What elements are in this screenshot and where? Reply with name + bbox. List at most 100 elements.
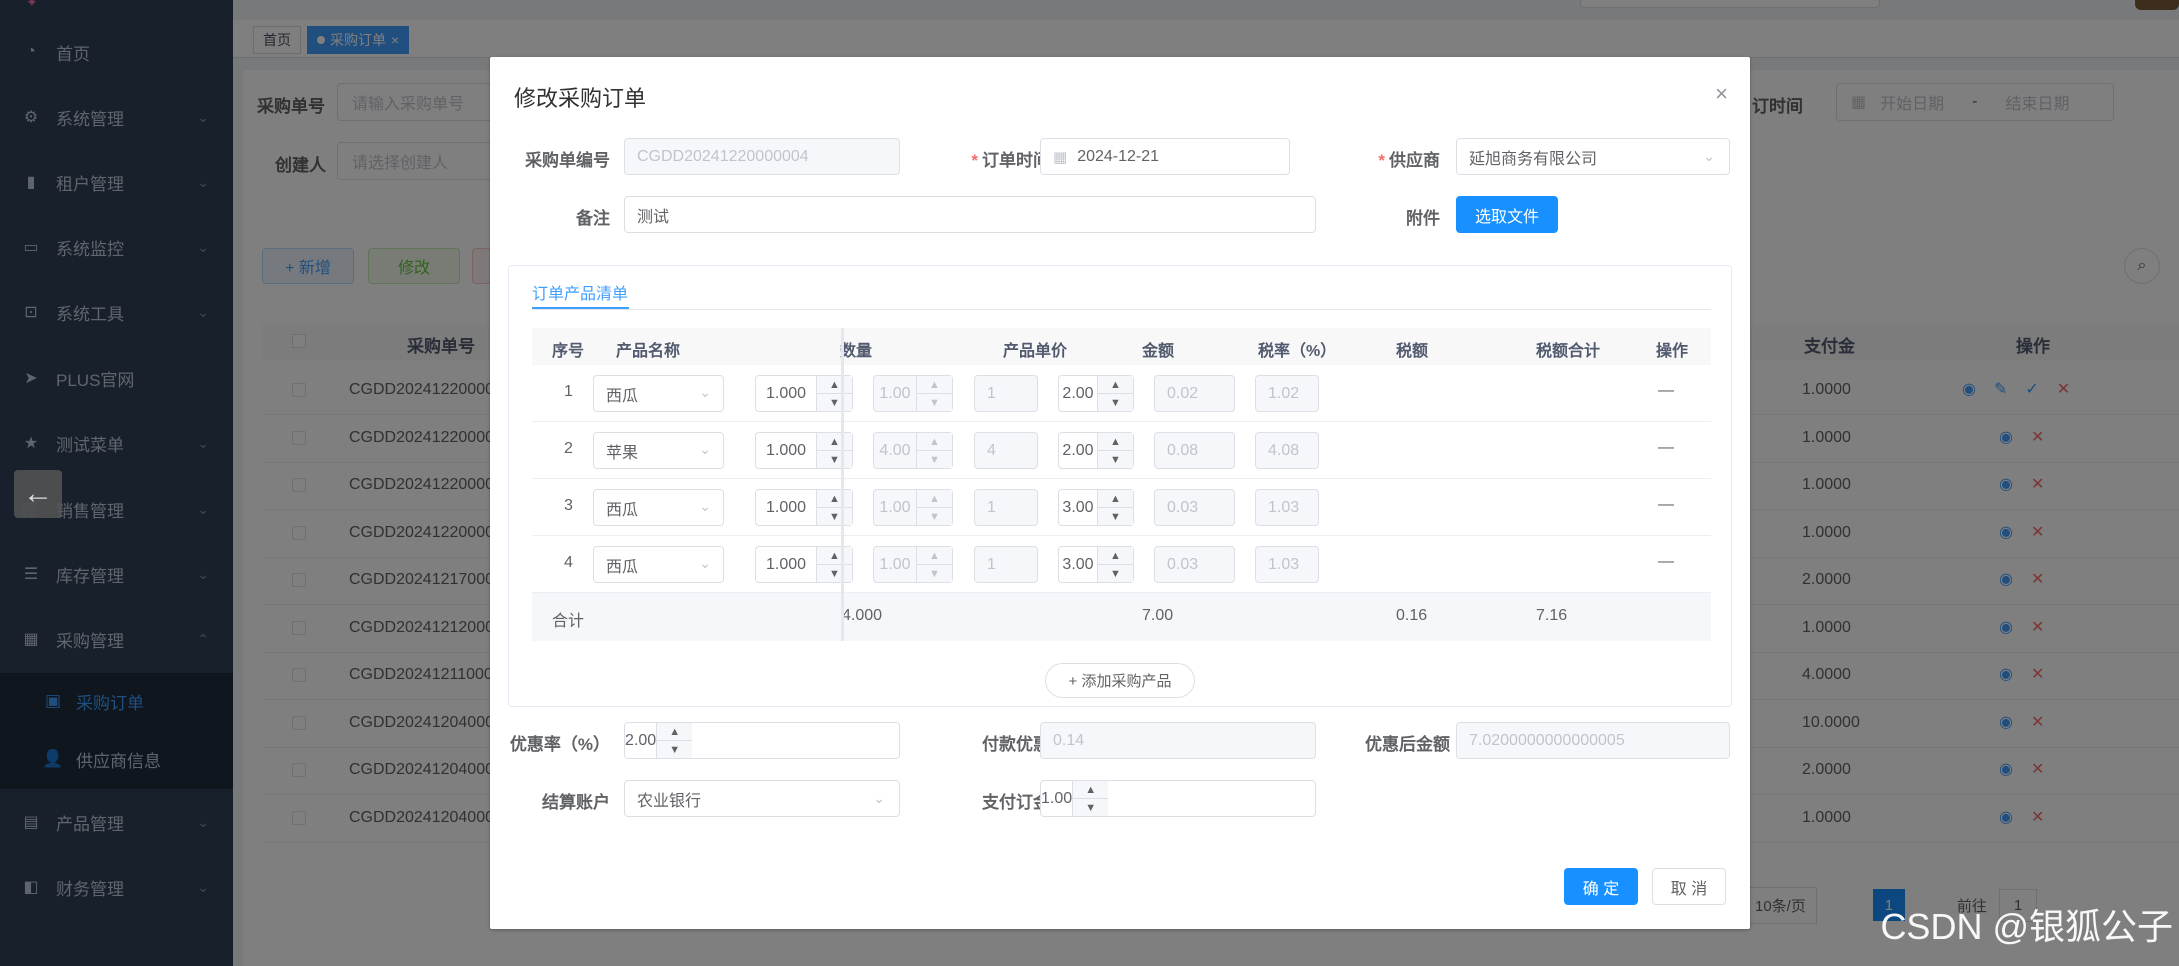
tax-total-input: 1.03 [1255,546,1319,583]
tax-input: 0.03 [1154,546,1235,583]
tax-rate-stepper[interactable]: 2.00 ▲ ▼ [1058,375,1134,412]
chevron-down-icon: ⌄ [873,790,885,806]
amount-input: 1 [974,489,1038,526]
amount-input: 1 [974,375,1038,412]
tax-rate-stepper[interactable]: 2.00 ▲ ▼ [1058,432,1134,469]
increase-icon: ▲ [917,490,952,508]
order-no-input[interactable]: CGDD20241220000004 [624,138,900,175]
select-file-button[interactable]: 选取文件 [1456,196,1558,233]
confirm-button[interactable]: 确 定 [1564,868,1638,905]
price-stepper: 4.00 ▲ ▼ [873,432,953,469]
row-index: 4 [564,554,573,571]
price-stepper: 1.00 ▲ ▼ [873,546,953,583]
product-select[interactable]: 苹果 ⌄ [593,432,724,469]
account-label: 结算账户 [542,793,610,812]
tax-rate-stepper[interactable]: 3.00 ▲ ▼ [1058,489,1134,526]
arrow-left-icon[interactable]: ← [14,470,62,518]
payment-discount-label: 付款优惠 [982,735,1050,754]
deposit-label: 支付订金 [982,793,1050,812]
edit-purchase-order-dialog: 修改采购订单 × 采购单编号 CGDD20241220000004 * 订单时间 … [490,57,1750,929]
tax-input: 0.03 [1154,489,1235,526]
amount-input: 4 [974,432,1038,469]
order-no-label: 采购单编号 [525,151,610,170]
tax-input: 0.02 [1154,375,1235,412]
increase-icon[interactable]: ▲ [1098,376,1133,394]
increase-icon[interactable]: ▲ [817,433,852,451]
tab-divider [532,309,1711,310]
qty-stepper[interactable]: 1.000 ▲ ▼ [755,375,853,412]
after-discount-label: 优惠后金额 [1365,735,1450,754]
watermark: CSDN @银狐公子 [1880,906,2173,947]
order-time-label: * 订单时间 [971,151,1050,170]
dialog-title: 修改采购订单 [514,86,647,111]
tax-input: 0.08 [1154,432,1235,469]
tab-order-products[interactable]: 订单产品清单 [532,280,628,304]
increase-icon[interactable]: ▲ [817,490,852,508]
calendar-icon: ▦ [1053,148,1068,166]
tax-rate-stepper[interactable]: 3.00 ▲ ▼ [1058,546,1134,583]
chevron-down-icon: ⌄ [699,498,711,514]
increase-icon[interactable]: ▲ [817,376,852,394]
product-row: 4 西瓜 ⌄ 1.000 ▲ ▼ 1.00 ▲ ▼ 1 3.00 ▲ ▼ 0.03 1.03 — [532,536,1711,593]
increase-icon[interactable]: ▲ [1073,781,1109,799]
increase-icon: ▲ [917,376,952,394]
product-select[interactable]: 西瓜 ⌄ [593,489,724,526]
supplier-select[interactable]: 延旭商务有限公司 ⌄ [1456,138,1730,175]
product-table-summary: 合计 4.000 7.00 0.16 7.16 [532,593,1711,641]
increase-icon[interactable]: ▲ [657,723,693,741]
product-select[interactable]: 西瓜 ⌄ [593,375,724,412]
decrease-icon[interactable]: ▼ [1098,394,1133,411]
attachment-label: 附件 [1406,209,1440,228]
row-op: — [1658,382,1674,399]
price-stepper: 1.00 ▲ ▼ [873,375,953,412]
decrease-icon: ▼ [917,508,952,525]
decrease-icon[interactable]: ▼ [1098,565,1133,582]
decrease-icon[interactable]: ▼ [817,451,852,468]
decrease-icon: ▼ [917,565,952,582]
deposit-stepper[interactable]: 1.00 ▲ ▼ [1040,780,1316,817]
decrease-icon[interactable]: ▼ [1098,451,1133,468]
cancel-button[interactable]: 取 消 [1652,868,1726,905]
decrease-icon[interactable]: ▼ [817,394,852,411]
product-row: 3 西瓜 ⌄ 1.000 ▲ ▼ 1.00 ▲ ▼ 1 3.00 ▲ ▼ 0.03 1.03 — [532,479,1711,536]
row-op: — [1658,553,1674,570]
decrease-icon[interactable]: ▼ [1098,508,1133,525]
remark-textarea[interactable]: 测试 [624,196,1316,233]
product-row: 2 苹果 ⌄ 1.000 ▲ ▼ 4.00 ▲ ▼ 4 2.00 ▲ ▼ 0.08 4.08 — [532,422,1711,479]
decrease-icon[interactable]: ▼ [817,508,852,525]
discount-rate-stepper[interactable]: 2.00 ▲ ▼ [624,722,900,759]
close-icon[interactable]: × [1715,81,1728,107]
increase-icon[interactable]: ▲ [1098,490,1133,508]
supplier-label: * 供应商 [1378,151,1440,170]
chevron-down-icon: ⌄ [699,555,711,571]
tax-total-input: 4.08 [1255,432,1319,469]
payment-discount-input[interactable]: 0.14 [1040,722,1316,759]
increase-icon[interactable]: ▲ [817,547,852,565]
decrease-icon[interactable]: ▼ [1073,799,1109,816]
increase-icon: ▲ [917,547,952,565]
amount-input: 1 [974,546,1038,583]
row-op: — [1658,439,1674,456]
chevron-down-icon: ⌄ [699,384,711,400]
product-row: 1 西瓜 ⌄ 1.000 ▲ ▼ 1.00 ▲ ▼ 1 2.00 ▲ ▼ 0.02 1.02 — [532,365,1711,422]
product-select[interactable]: 西瓜 ⌄ [593,546,724,583]
row-index: 1 [564,383,573,400]
qty-stepper[interactable]: 1.000 ▲ ▼ [755,489,853,526]
after-discount-input[interactable]: 7.0200000000000005 [1456,722,1730,759]
chevron-down-icon: ⌄ [1703,148,1715,164]
decrease-icon[interactable]: ▼ [657,741,693,758]
fixed-column-divider [841,328,844,641]
increase-icon[interactable]: ▲ [1098,547,1133,565]
row-index: 3 [564,497,573,514]
decrease-icon[interactable]: ▼ [817,565,852,582]
product-list-card: 订单产品清单 序号 产品名称 数量 产品单价 金额 税率（%） 税额 税额合计 … [508,265,1732,707]
account-select[interactable]: 农业银行 ⌄ [624,780,900,817]
price-stepper: 1.00 ▲ ▼ [873,489,953,526]
qty-stepper[interactable]: 1.000 ▲ ▼ [755,432,853,469]
increase-icon[interactable]: ▲ [1098,433,1133,451]
tax-total-input: 1.02 [1255,375,1319,412]
order-time-input[interactable]: ▦ 2024-12-21 [1040,138,1290,175]
add-product-button[interactable]: + 添加采购产品 [1045,663,1195,698]
chevron-down-icon: ⌄ [699,441,711,457]
qty-stepper[interactable]: 1.000 ▲ ▼ [755,546,853,583]
